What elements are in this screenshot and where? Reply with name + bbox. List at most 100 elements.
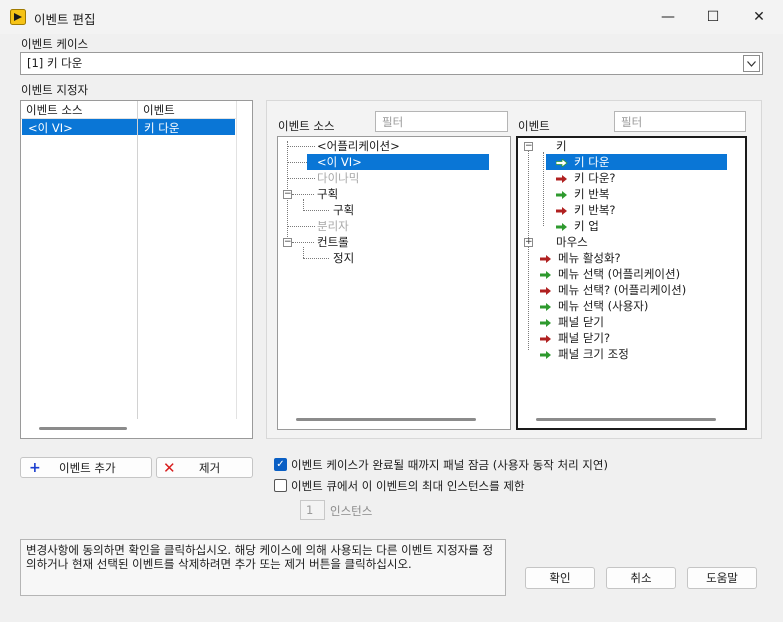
filter-arrow-icon: [556, 206, 567, 215]
tree-connector: [287, 178, 315, 179]
collapse-icon[interactable]: −: [524, 142, 533, 151]
event-item-label: 메뉴 활성화?: [558, 251, 621, 265]
tree-connector: [287, 146, 315, 147]
event-filter-input[interactable]: 필터: [614, 111, 746, 132]
event-item-label: 패널 크기 조정: [558, 347, 629, 361]
app-icon: [10, 9, 26, 25]
lock-panel-label[interactable]: 이벤트 케이스가 완료될 때까지 패널 잠금 (사용자 동작 처리 지연): [291, 457, 608, 473]
horizontal-scrollbar[interactable]: [536, 418, 716, 421]
event-case-value: [1] 키 다운: [27, 56, 83, 70]
instances-label: 인스턴스: [330, 504, 373, 518]
horizontal-scrollbar[interactable]: [296, 418, 476, 421]
specifier-row-source[interactable]: <이 VI>: [22, 119, 137, 135]
event-item[interactable]: 패널 닫기: [540, 314, 604, 330]
tree-connector: [287, 226, 315, 227]
notify-arrow-icon: [556, 190, 567, 199]
expand-icon[interactable]: +: [524, 238, 533, 247]
source-item[interactable]: 다이나믹: [317, 170, 359, 186]
specifier-row-event[interactable]: 키 다운: [138, 119, 235, 135]
add-event-button[interactable]: + 이벤트 추가: [20, 457, 152, 478]
event-item-label: 키 반복?: [574, 203, 616, 217]
event-item[interactable]: 키 다운?: [556, 170, 616, 186]
notify-arrow-icon: [556, 158, 568, 167]
column-header-source[interactable]: 이벤트 소스: [21, 101, 137, 118]
events-label: 이벤트: [518, 119, 550, 133]
event-item-selected[interactable]: 키 다운: [546, 154, 727, 170]
tree-connector: [292, 242, 314, 243]
event-item[interactable]: 메뉴 활성화?: [540, 250, 621, 266]
event-case-select[interactable]: [1] 키 다운: [20, 52, 763, 75]
event-item[interactable]: 메뉴 선택 (어플리케이션): [540, 266, 680, 282]
source-item[interactable]: 정지: [333, 250, 354, 266]
event-sources-tree[interactable]: − − <어플리케이션> <이 VI> 다이나믹 구획 구획 분리자 컨트롤 정…: [277, 136, 511, 430]
ok-button[interactable]: 확인: [525, 567, 595, 589]
help-message: 변경사항에 동의하면 확인을 클릭하십시오. 해당 케이스에 의해 사용되는 다…: [20, 539, 506, 596]
collapse-icon[interactable]: −: [283, 190, 292, 199]
event-item-label: 키 다운: [574, 155, 610, 169]
minimize-button[interactable]: —: [645, 0, 691, 34]
instances-input[interactable]: 1: [300, 500, 325, 520]
event-specifiers-label: 이벤트 지정자: [21, 83, 89, 97]
column-divider-right: [236, 101, 237, 419]
event-item-label: 키 다운?: [574, 171, 616, 185]
tree-connector: [543, 152, 544, 226]
event-item-label: 패널 닫기: [558, 315, 604, 329]
event-sources-label: 이벤트 소스: [278, 119, 335, 133]
source-item[interactable]: 분리자: [317, 218, 349, 234]
close-button[interactable]: ✕: [736, 0, 782, 34]
event-item[interactable]: 메뉴 선택? (어플리케이션): [540, 282, 686, 298]
help-button[interactable]: 도움말: [687, 567, 757, 589]
window-title: 이벤트 편집: [34, 12, 96, 27]
source-item[interactable]: 구획: [317, 186, 338, 202]
event-item[interactable]: 메뉴 선택 (사용자): [540, 298, 648, 314]
event-item[interactable]: 키 반복?: [556, 202, 616, 218]
tree-connector: [303, 247, 304, 258]
cancel-button[interactable]: 취소: [606, 567, 676, 589]
event-item-label: 메뉴 선택 (어플리케이션): [558, 267, 681, 281]
source-item-selected[interactable]: <이 VI>: [307, 154, 489, 170]
limit-instances-label[interactable]: 이벤트 큐에서 이 이벤트의 최대 인스턴스를 제한: [291, 478, 525, 494]
limit-instances-checkbox[interactable]: [274, 479, 287, 492]
event-item-label: 키 업: [574, 219, 599, 233]
event-item[interactable]: 키 업: [556, 218, 599, 234]
filter-arrow-icon: [540, 334, 551, 343]
notify-arrow-icon: [556, 222, 567, 231]
tree-connector: [528, 150, 529, 350]
column-header-event[interactable]: 이벤트: [138, 101, 236, 118]
checkmark-icon: ✓: [276, 459, 285, 470]
lock-panel-checkbox[interactable]: ✓: [274, 458, 287, 471]
event-item-label: 키 반복: [574, 187, 610, 201]
notify-arrow-icon: [540, 350, 551, 359]
column-divider: [137, 101, 138, 419]
source-item[interactable]: 구획: [333, 202, 354, 218]
tree-connector: [303, 210, 329, 211]
tree-connector: [303, 258, 329, 259]
filter-arrow-icon: [540, 254, 551, 263]
events-tree[interactable]: − + 키 키 다운 키 다운? 키 반복 키 반복? 키 업 마우스 메뉴 활…: [516, 136, 747, 430]
horizontal-scrollbar[interactable]: [39, 427, 127, 430]
source-item[interactable]: 컨트롤: [317, 234, 349, 250]
tree-connector: [292, 194, 314, 195]
plus-icon: +: [29, 459, 41, 476]
notify-arrow-icon: [540, 270, 551, 279]
event-item-label: 메뉴 선택? (어플리케이션): [558, 283, 687, 297]
remove-button[interactable]: ✕ 제거: [156, 457, 253, 478]
collapse-icon[interactable]: −: [283, 238, 292, 247]
event-item[interactable]: 키 반복: [556, 186, 609, 202]
close-icon: ✕: [163, 458, 176, 477]
event-item-label: 패널 닫기?: [558, 331, 611, 345]
event-group-key[interactable]: 키: [556, 138, 567, 154]
source-filter-input[interactable]: 필터: [375, 111, 508, 132]
chevron-down-icon[interactable]: [743, 55, 760, 72]
maximize-button[interactable]: ☐: [690, 0, 736, 34]
remove-label: 제거: [199, 460, 221, 475]
event-group-mouse[interactable]: 마우스: [556, 234, 588, 250]
notify-arrow-icon: [540, 302, 551, 311]
event-specifiers-list[interactable]: 이벤트 소스 이벤트 <이 VI> 키 다운: [20, 100, 253, 439]
notify-arrow-icon: [540, 318, 551, 327]
event-item[interactable]: 패널 크기 조정: [540, 346, 629, 362]
event-item[interactable]: 패널 닫기?: [540, 330, 610, 346]
filter-arrow-icon: [540, 286, 551, 295]
source-item[interactable]: <어플리케이션>: [317, 138, 400, 154]
event-item-label: 메뉴 선택 (사용자): [558, 299, 649, 313]
